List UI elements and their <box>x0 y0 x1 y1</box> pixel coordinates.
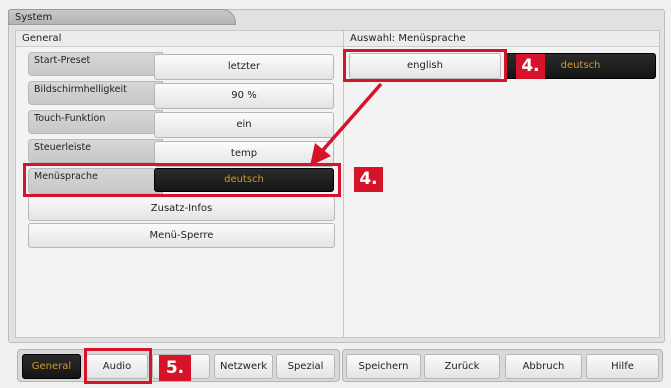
setting-label-toolbar: Steuerleiste <box>28 139 163 163</box>
highlight-menu-language <box>23 163 341 197</box>
help-button[interactable]: Hilfe <box>586 354 659 379</box>
screen: System General Auswahl: Menüsprache Star… <box>0 0 671 388</box>
step-5-badge: 5. <box>159 355 191 381</box>
touch-function-button[interactable]: ein <box>154 112 334 138</box>
highlight-english-option <box>343 49 507 82</box>
step-4-badge-left: 4. <box>354 167 383 192</box>
window-title-tab: System <box>8 9 236 25</box>
brightness-button[interactable]: 90 % <box>154 83 334 109</box>
start-preset-button[interactable]: letzter <box>154 54 334 80</box>
setting-label-touch: Touch-Funktion <box>28 110 163 134</box>
step-4-badge-top: 4. <box>516 54 545 79</box>
highlight-audio-tab <box>84 348 152 384</box>
setting-label-start-preset: Start-Preset <box>28 52 163 76</box>
language-panel-title: Auswahl: Menüsprache <box>344 31 659 47</box>
tab-network[interactable]: Netzwerk <box>214 354 273 379</box>
general-panel-title: General <box>16 31 343 47</box>
setting-label-brightness: Bildschirmhelligkeit <box>28 81 163 105</box>
tab-special[interactable]: Spezial <box>276 354 335 379</box>
menu-lock-button[interactable]: Menü-Sperre <box>28 223 335 248</box>
save-button[interactable]: Speichern <box>346 354 421 379</box>
cancel-button[interactable]: Abbruch <box>505 354 582 379</box>
back-button[interactable]: Zurück <box>424 354 500 379</box>
extra-info-button[interactable]: Zusatz-Infos <box>28 196 335 221</box>
tab-general[interactable]: General <box>22 354 81 379</box>
